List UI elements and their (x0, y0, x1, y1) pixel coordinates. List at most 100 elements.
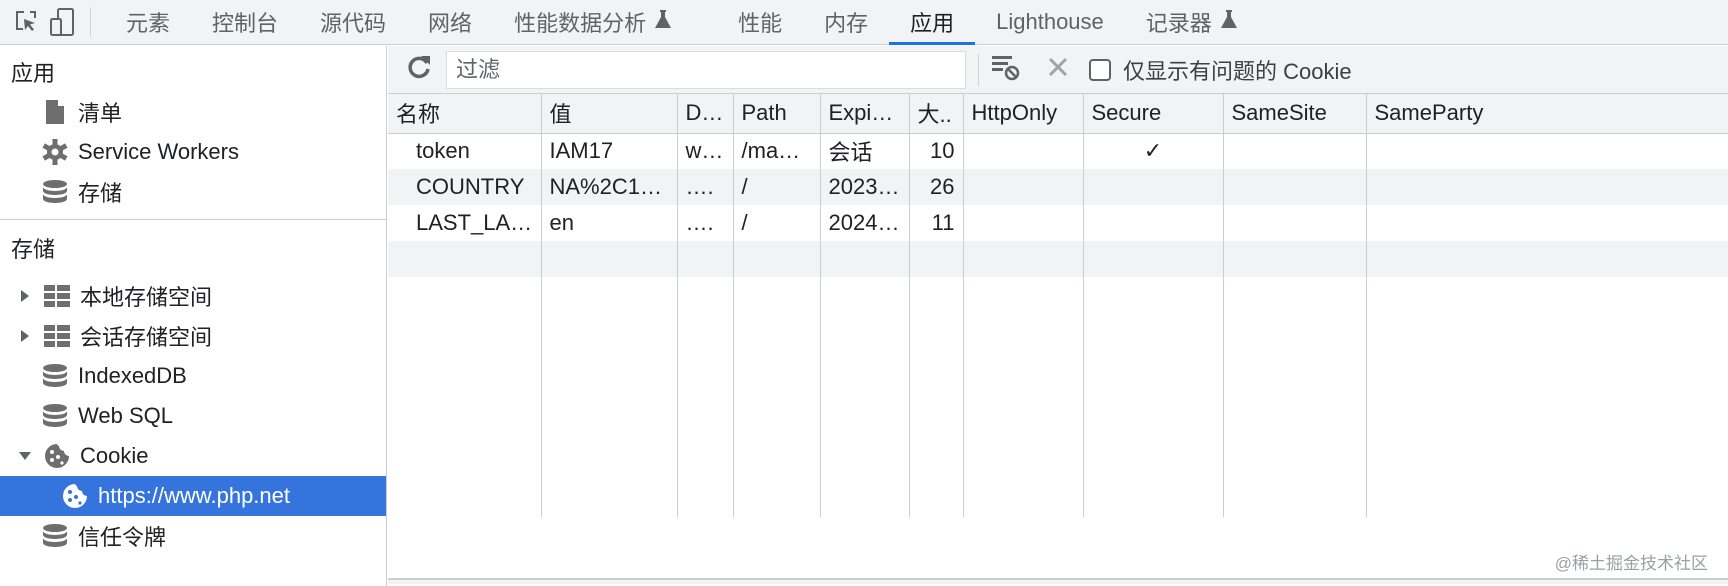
cell-name: LAST_LA… (388, 205, 542, 241)
column-header-httponly[interactable]: HttpOnly (963, 94, 1084, 134)
tab-label: 控制台 (212, 11, 279, 36)
device-toolbar-icon[interactable] (44, 0, 80, 44)
cell-domain: …. (677, 205, 734, 241)
cell-name: token (388, 133, 542, 169)
tab-console[interactable]: 控制台 (191, 0, 299, 44)
sidebar-item-label: Service Workers (78, 139, 239, 164)
table-bottom-border (388, 578, 1728, 584)
expand-arrow-icon[interactable] (18, 289, 32, 303)
column-header-secure[interactable]: Secure (1083, 94, 1224, 134)
column-header-domain[interactable]: D… (677, 94, 734, 134)
column-header-samesite[interactable]: SameSite (1223, 94, 1367, 134)
tab-performance-insights[interactable]: 性能数据分析 (493, 0, 693, 44)
cell-domain: …. (677, 169, 734, 205)
checkbox-box[interactable] (1089, 58, 1111, 81)
tab-label: 元素 (126, 11, 171, 36)
sidebar-item-web-sql[interactable]: Web SQL (0, 396, 386, 436)
cell-path: / (733, 169, 821, 205)
column-header-sameparty[interactable]: SameParty (1366, 94, 1728, 134)
tab-lighthouse[interactable]: Lighthouse (975, 0, 1125, 44)
tab-application[interactable]: 应用 (889, 0, 976, 45)
database-icon (40, 362, 70, 390)
application-sidebar: 应用 清单 Service Workers 存储 存储 本地存储空间 会话存储空… (0, 46, 387, 586)
cookies-panel: 仅显示有问题的 Cookie 名称 值 D… Path Expir… 大.. H… (388, 46, 1728, 586)
cell-secure (1083, 169, 1224, 205)
watermark: @稀土掘金技术社区 (1554, 554, 1708, 573)
collapse-arrow-icon[interactable] (18, 451, 32, 461)
refresh-icon (406, 54, 432, 85)
column-header-size[interactable]: 大.. (909, 94, 964, 134)
sidebar-section-application: 应用 (11, 61, 56, 86)
only-issues-checkbox[interactable]: 仅显示有问题的 Cookie (1089, 54, 1352, 86)
table-row[interactable]: token IAM17 w… /ma… 会话 10 ✓ (388, 133, 1728, 169)
cell-sameparty (1366, 133, 1728, 169)
inspect-element-icon[interactable] (8, 0, 44, 44)
table-row[interactable]: COUNTRY NA%2C1… …. / 2023… 26 (388, 169, 1728, 205)
sidebar-item-manifest[interactable]: 清单 (0, 92, 386, 132)
clear-filtered-cookies-button[interactable] (989, 53, 1023, 87)
sidebar-item-session-storage[interactable]: 会话存储空间 (0, 316, 386, 356)
sidebar-item-storage-overview[interactable]: 存储 (0, 172, 386, 212)
sidebar-item-label: 存储 (78, 181, 123, 206)
document-icon (40, 98, 70, 126)
toolbar-divider (90, 7, 91, 37)
cookie-icon (42, 442, 72, 470)
column-header-path[interactable]: Path (733, 94, 821, 134)
sidebar-item-label: IndexedDB (78, 363, 187, 388)
sidebar-divider (0, 219, 386, 220)
gear-icon (40, 138, 70, 166)
database-icon (40, 522, 70, 550)
tab-label: 网络 (428, 11, 473, 36)
cell-size: 10 (909, 133, 964, 169)
sidebar-item-cookies[interactable]: Cookie (0, 436, 386, 476)
cell-samesite (1223, 169, 1367, 205)
refresh-button[interactable] (402, 53, 436, 87)
cell-sameparty (1366, 169, 1728, 205)
toolbar-divider (978, 53, 979, 86)
tab-memory[interactable]: 内存 (803, 0, 889, 44)
database-icon (40, 178, 70, 206)
sidebar-item-label: 信任令牌 (78, 525, 167, 550)
tab-network[interactable]: 网络 (407, 0, 493, 44)
table-icon (42, 282, 72, 310)
sidebar-item-local-storage[interactable]: 本地存储空间 (0, 276, 386, 316)
close-icon (1047, 56, 1069, 83)
table-icon (42, 322, 72, 350)
tab-sources[interactable]: 源代码 (299, 0, 407, 44)
sidebar-item-label: Cookie (80, 443, 149, 468)
cookies-toolbar: 仅显示有问题的 Cookie (388, 46, 1728, 94)
devtools-tab-bar: 元素 控制台 源代码 网络 性能数据分析 性能 内存 应用 Lighthouse… (0, 0, 1728, 45)
tab-label: 性能数据分析 (514, 11, 647, 36)
sidebar-item-trust-tokens[interactable]: 信任令牌 (0, 516, 386, 556)
tab-recorder[interactable]: 记录器 (1125, 0, 1259, 44)
table-row[interactable]: LAST_LA… en …. / 2024… 11 (388, 205, 1728, 241)
tab-elements[interactable]: 元素 (105, 0, 191, 44)
sidebar-item-label: 本地存储空间 (80, 285, 213, 310)
cell-path: /ma… (733, 133, 821, 169)
sidebar-item-service-workers[interactable]: Service Workers (0, 132, 386, 172)
cell-sameparty (1366, 205, 1728, 241)
table-filler (388, 277, 1728, 517)
tab-label: 性能 (738, 11, 783, 36)
cell-expires: 2024… (820, 205, 910, 241)
cell-path: / (733, 205, 821, 241)
cell-value: NA%2C1… (541, 169, 678, 205)
cell-size: 11 (909, 205, 964, 241)
delete-selected-button[interactable] (1041, 53, 1075, 87)
column-header-value[interactable]: 值 (541, 94, 678, 134)
sidebar-item-label: https://www.php.net (98, 483, 290, 508)
cell-size: 26 (909, 169, 964, 205)
expand-arrow-icon[interactable] (18, 329, 32, 343)
sidebar-item-label: 会话存储空间 (80, 325, 213, 350)
table-row-empty (388, 241, 1728, 277)
database-icon (40, 402, 70, 430)
tab-label: Lighthouse (996, 9, 1104, 34)
sidebar-item-indexeddb[interactable]: IndexedDB (0, 356, 386, 396)
sidebar-item-cookie-origin[interactable]: https://www.php.net (0, 476, 386, 516)
tab-label: 源代码 (320, 11, 387, 36)
column-header-expires[interactable]: Expir… (820, 94, 910, 134)
column-header-name[interactable]: 名称 (388, 94, 542, 134)
cell-httponly (963, 169, 1084, 205)
filter-input[interactable] (446, 50, 966, 89)
tab-performance[interactable]: 性能 (717, 0, 803, 44)
